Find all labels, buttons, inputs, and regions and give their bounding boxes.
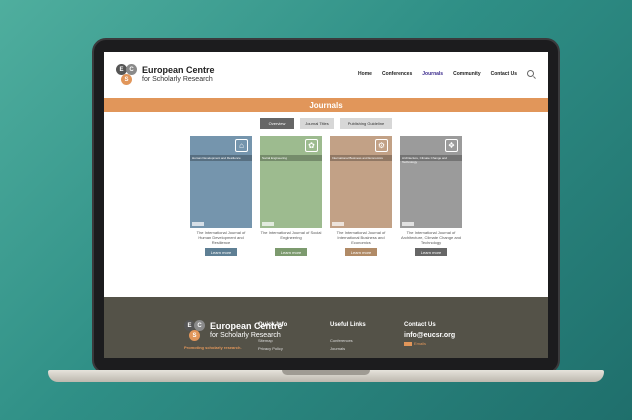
footer-slogan: Promoting scholarly research. [184,345,242,350]
journal-card[interactable]: ⚙ International Business and Economics T… [330,136,392,256]
journal-cover-label: Human Development and Resilience [190,155,252,161]
journal-tabs: Overview Journal Titles Publishing Guide… [104,118,548,129]
footer-link-privacy[interactable]: Privacy Policy [258,345,287,353]
site-header: E C S European Centre for Scholarly Rese… [104,52,548,98]
footer-quick-info: Quick Info Sitemap Privacy Policy [258,322,287,353]
journal-cover-icon: ⚙ [375,139,388,152]
site-footer: E C S European Centre for Scholarly Rese… [104,297,548,358]
learn-more-button[interactable]: Learn more [275,248,307,256]
journal-cover-icon: ❖ [445,139,458,152]
footer-contact: Contact Us info@eucsr.org Emails [404,322,455,348]
nav-community[interactable]: Community [453,71,481,77]
journal-cover-icon: ⌂ [235,139,248,152]
logo-mark-icon: E C S [184,320,206,342]
journal-card[interactable]: ✿ Social Engineering The International J… [260,136,322,256]
page-title-banner: Journals [104,98,548,112]
publisher-logo-icon [332,222,344,226]
journal-title: The International Journal of Human Devel… [196,230,246,245]
journal-cover-label: Architecture, Climate Change and Technol… [400,155,462,164]
contact-email-link[interactable]: info@eucsr.org [404,331,455,340]
website-screen: E C S European Centre for Scholarly Rese… [104,52,548,358]
logo-mark-icon: E C S [116,64,138,86]
journal-cover[interactable]: ⌂ Human Development and Resilience [190,136,252,228]
journal-cover[interactable]: ✿ Social Engineering [260,136,322,228]
journal-cover-label: International Business and Economics [330,155,392,161]
tab-overview[interactable]: Overview [260,118,294,129]
laptop-notch [282,370,370,375]
search-icon[interactable] [527,70,534,77]
logo-text: European Centre for Scholarly Research [142,65,215,84]
footer-heading: Quick Info [258,322,288,328]
social-link[interactable]: Emails [404,340,455,348]
site-logo[interactable]: E C S European Centre for Scholarly Rese… [116,64,215,86]
footer-heading: Contact Us [404,322,436,328]
publisher-logo-icon [402,222,414,226]
publisher-logo-icon [262,222,274,226]
tab-journal-titles[interactable]: Journal Titles [300,118,334,129]
journal-card[interactable]: ⌂ Human Development and Resilience The I… [190,136,252,256]
journal-cover-label: Social Engineering [260,155,322,161]
nav-contact-us[interactable]: Contact Us [491,71,517,77]
journal-cover[interactable]: ❖ Architecture, Climate Change and Techn… [400,136,462,228]
email-icon [404,341,412,346]
tab-publishing-guideline[interactable]: Publishing Guideline [340,118,392,129]
footer-link-sitemap[interactable]: Sitemap [258,337,287,345]
learn-more-button[interactable]: Learn more [205,248,237,256]
journal-cover-icon: ✿ [305,139,318,152]
journal-title: The International Journal of Architectur… [400,230,462,245]
journal-card[interactable]: ❖ Architecture, Climate Change and Techn… [400,136,462,256]
nav-journals[interactable]: Journals [422,71,443,77]
main-nav: Home Conferences Journals Community Cont… [358,70,534,77]
journal-cover[interactable]: ⚙ International Business and Economics [330,136,392,228]
learn-more-button[interactable]: Learn more [415,248,447,256]
footer-useful-links: Useful Links Conferences Journals [330,322,366,353]
footer-heading: Useful Links [330,322,366,328]
journal-title: The International Journal of Social Engi… [260,230,322,240]
learn-more-button[interactable]: Learn more [345,248,377,256]
journal-list: ⌂ Human Development and Resilience The I… [104,136,548,256]
nav-home[interactable]: Home [358,71,372,77]
footer-link-conferences[interactable]: Conferences [330,337,366,345]
publisher-logo-icon [192,222,204,226]
journal-title: The International Journal of Internation… [336,230,386,245]
footer-link-journals[interactable]: Journals [330,345,366,353]
nav-conferences[interactable]: Conferences [382,71,412,77]
